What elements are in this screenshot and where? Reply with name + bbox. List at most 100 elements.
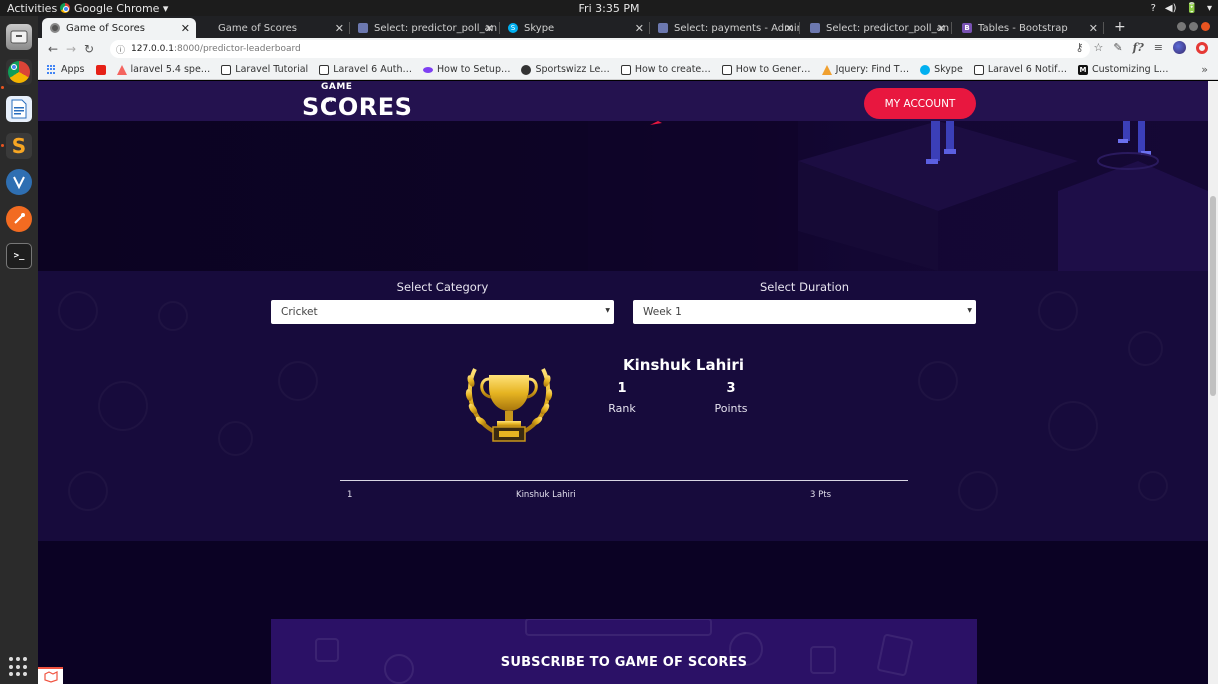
close-window-icon[interactable] [1201, 22, 1210, 31]
app-menu[interactable]: Google Chrome ▾ [60, 2, 168, 15]
reload-icon[interactable]: ↻ [80, 42, 98, 56]
info-icon[interactable]: ⓘ [116, 43, 125, 56]
tab-title: Game of Scores [218, 22, 297, 34]
chrome-dock-icon[interactable] [6, 59, 32, 85]
row-name: Kinshuk Lahiri [516, 490, 576, 500]
app-icon[interactable] [6, 169, 32, 195]
bookmark-label: How to Setup… [437, 64, 511, 75]
winner-name: Kinshuk Lahiri [623, 356, 744, 374]
tab-strip: Game of Scores ✕ Game of Scores ✕ Select… [38, 16, 1218, 38]
close-tab-icon[interactable]: ✕ [181, 22, 190, 35]
tab-skype[interactable]: S Skype ✕ [500, 18, 650, 38]
activities-button[interactable]: Activities [0, 2, 60, 15]
bookmark-customizing[interactable]: M Customizing L… [1077, 64, 1169, 75]
page-viewport: GAME SCORES OF MY ACCOUNT Select Categor… [38, 81, 1218, 684]
more-bookmarks-icon[interactable]: » [1201, 63, 1208, 76]
forward-icon[interactable]: → [62, 42, 80, 56]
maximize-icon[interactable] [1189, 22, 1198, 31]
minimize-icon[interactable] [1177, 22, 1186, 31]
laravel-icon [116, 64, 127, 75]
new-tab-button[interactable]: + [1114, 19, 1126, 35]
function-icon[interactable]: f? [1133, 41, 1144, 54]
duration-select[interactable]: Week 1 ▼ [633, 300, 976, 324]
bookmark-how-to-create[interactable]: How to create… [620, 64, 711, 75]
hero-illustration [588, 121, 1208, 271]
stack-overflow-icon [821, 64, 832, 75]
bookmark-apps[interactable]: Apps [47, 64, 85, 75]
eyedropper-icon[interactable]: ✎ [1113, 41, 1122, 54]
close-tab-icon[interactable]: ✕ [485, 22, 494, 35]
bookmark-skype[interactable]: Skype [920, 64, 963, 75]
bookmark-youtube[interactable] [95, 64, 106, 75]
medium-icon: M [1077, 64, 1088, 75]
debugbar-toggle[interactable] [38, 667, 63, 684]
files-icon[interactable] [6, 24, 32, 50]
running-indicator [1, 144, 4, 147]
tab-predictor-poll[interactable]: Select: predictor_poll_an ✕ [350, 18, 500, 38]
bookmark-laravel-6-notif[interactable]: Laravel 6 Notif… [973, 64, 1067, 75]
tab-predictor-poll-2[interactable]: Select: predictor_poll_an ✕ [802, 18, 952, 38]
category-select[interactable]: Cricket ▼ [271, 300, 614, 324]
category-selected-value: Cricket [281, 306, 318, 318]
tab-game-of-scores[interactable]: Game of Scores ✕ [210, 18, 350, 38]
scrollbar-thumb[interactable] [1210, 196, 1216, 396]
toolbar-actions: ⚷ ☆ ✎ f? ≡ [1075, 41, 1208, 54]
bookmark-how-to-gener[interactable]: How to Gener… [721, 64, 811, 75]
my-account-button[interactable]: MY ACCOUNT [864, 88, 976, 119]
close-tab-icon[interactable]: ✕ [635, 22, 644, 35]
tab-title: Select: predictor_poll_an [826, 22, 950, 34]
close-tab-icon[interactable]: ✕ [1089, 22, 1098, 35]
bookmark-label: How to Gener… [735, 64, 811, 75]
avatar[interactable] [1173, 41, 1186, 54]
category-label: Select Category [396, 280, 489, 294]
show-applications-icon[interactable] [9, 657, 29, 677]
browser-toolbar: ← → ↻ ⓘ 127.0.0.1:8000/predictor-leaderb… [38, 38, 1218, 60]
duration-label: Select Duration [759, 280, 850, 294]
bookmark-laravel-6-auth[interactable]: Laravel 6 Auth… [319, 64, 412, 75]
laravel-icon [43, 670, 58, 683]
clock[interactable]: Fri 3:35 PM [0, 2, 1218, 15]
close-tab-icon[interactable]: ✕ [785, 22, 794, 35]
volume-icon: ◀) [1164, 2, 1177, 14]
tab-title: Select: payments - Admin [674, 22, 800, 34]
logo-main-text: SCORES [302, 93, 413, 121]
bookmark-favicon-icon [620, 64, 631, 75]
back-icon[interactable]: ← [44, 42, 62, 56]
phpmyadmin-icon [658, 23, 668, 33]
bookmark-how-to-setup[interactable]: How to Setup… [423, 64, 510, 75]
tab-payments-admin[interactable]: Select: payments - Admin ✕ [650, 18, 800, 38]
key-icon[interactable]: ⚷ [1075, 41, 1083, 54]
terminal-icon[interactable]: >_ [6, 243, 32, 269]
page-scrollbar[interactable] [1208, 81, 1218, 684]
bookmark-jquery[interactable]: Jquery: Find T… [821, 64, 909, 75]
bookmark-favicon-icon [721, 64, 732, 75]
libreoffice-writer-icon[interactable] [6, 96, 32, 122]
tab-title: Select: predictor_poll_an [374, 22, 498, 34]
drawer-icon [10, 30, 28, 44]
chrome-icon [8, 61, 30, 83]
duration-selected-value: Week 1 [643, 306, 682, 318]
close-tab-icon[interactable]: ✕ [937, 22, 946, 35]
tab-tables-bootstrap[interactable]: B Tables - Bootstrap ✕ [954, 18, 1104, 38]
bookmark-star-icon[interactable]: ☆ [1094, 41, 1104, 54]
close-tab-icon[interactable]: ✕ [335, 22, 344, 35]
tab-game-of-scores-active[interactable]: Game of Scores ✕ [42, 18, 196, 38]
bookmark-laravel-54[interactable]: laravel 5.4 spe… [116, 64, 210, 75]
address-bar[interactable]: ⓘ 127.0.0.1:8000/predictor-leaderboard [110, 40, 1090, 58]
queue-icon[interactable]: ≡ [1154, 41, 1163, 54]
chevron-down-icon: ▾ [1206, 2, 1212, 14]
postman-icon[interactable] [6, 206, 32, 232]
phpmyadmin-icon [810, 23, 820, 33]
bookmark-label: Customizing L… [1091, 64, 1169, 75]
system-tray[interactable]: ? ◀) 🔋 ▾ [1151, 0, 1212, 16]
bookmark-favicon-icon [319, 64, 330, 75]
bookmark-laravel-tutorial[interactable]: Laravel Tutorial [221, 64, 308, 75]
bookmark-sportswizz[interactable]: Sportswizz Le… [521, 64, 610, 75]
logo-top-text: GAME [321, 82, 353, 92]
opera-icon[interactable] [1196, 41, 1208, 54]
site-header: GAME SCORES OF MY ACCOUNT [38, 81, 1208, 121]
bootstrap-icon: B [962, 23, 972, 33]
row-rank: 1 [347, 490, 353, 500]
tab-title: Game of Scores [66, 22, 145, 34]
sublime-text-icon[interactable]: S [6, 133, 32, 159]
